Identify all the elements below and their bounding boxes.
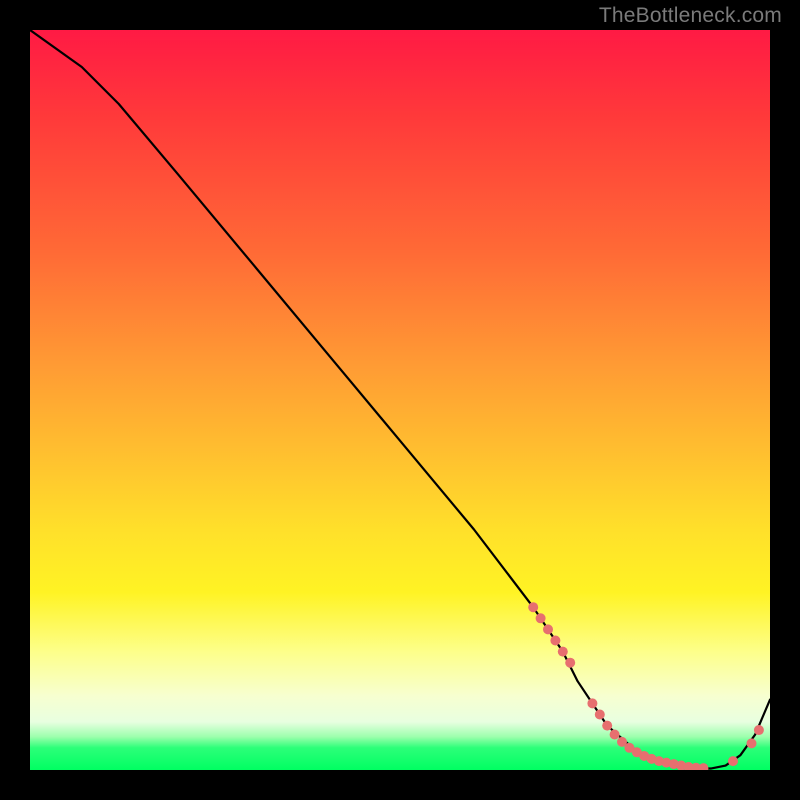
highlight-point (617, 737, 627, 747)
highlight-point (691, 763, 701, 770)
highlight-point (632, 747, 642, 757)
highlight-point (550, 636, 560, 646)
chart-svg (30, 30, 770, 770)
highlight-point (669, 759, 679, 769)
highlight-point (639, 751, 649, 761)
highlight-point (528, 602, 538, 612)
highlight-point (587, 698, 597, 708)
highlight-point (558, 647, 568, 657)
highlight-point (754, 725, 764, 735)
highlight-point (728, 756, 738, 766)
highlight-point (595, 710, 605, 720)
highlight-point (543, 624, 553, 634)
plot-area (30, 30, 770, 770)
highlight-point (661, 758, 671, 768)
highlight-point (747, 738, 757, 748)
highlight-point (647, 754, 657, 764)
highlight-point (602, 721, 612, 731)
chart-frame: TheBottleneck.com (0, 0, 800, 800)
highlight-point (565, 658, 575, 668)
highlight-point (698, 763, 708, 770)
marker-group (528, 602, 764, 770)
highlight-point (654, 756, 664, 766)
highlight-point (536, 613, 546, 623)
highlight-point (610, 729, 620, 739)
watermark-label: TheBottleneck.com (599, 4, 782, 28)
highlight-point (684, 762, 694, 770)
highlight-point (676, 761, 686, 770)
highlight-point (624, 743, 634, 753)
curve-path (30, 30, 770, 769)
